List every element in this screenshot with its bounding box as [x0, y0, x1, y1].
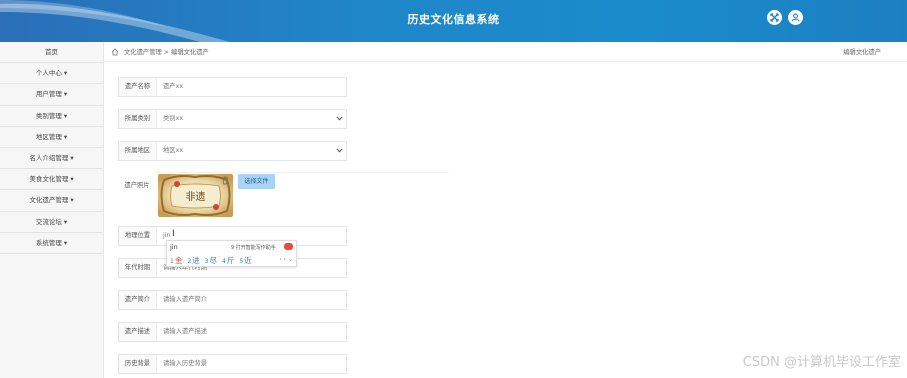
name-label: 遗产名称: [119, 78, 157, 96]
fullscreen-icon: [770, 13, 779, 22]
sidebar-item-system[interactable]: 系统管理 ▾: [0, 233, 103, 254]
sidebar-item-categories[interactable]: 类别管理 ▾: [0, 106, 103, 127]
desc-row: 遗产描述 请输入遗产描述: [118, 322, 347, 342]
breadcrumb: 文化遗产管理 > 编辑文化遗产 编辑文化遗产: [104, 42, 907, 62]
ime-logo-icon: [284, 243, 293, 250]
sidebar-item-celebrities[interactable]: 名人介绍管理 ▾: [0, 148, 103, 170]
watermark: CSDN @计算机毕设工作室: [742, 355, 901, 370]
breadcrumb-path[interactable]: 文化遗产管理 > 编辑文化遗产: [124, 47, 209, 56]
ime-candidate[interactable]: 3尽: [205, 255, 217, 266]
sidebar-item-users[interactable]: 用户管理 ▾: [0, 84, 103, 106]
text-cursor-icon: I: [172, 229, 175, 239]
intro-label: 遗产简介: [119, 291, 157, 309]
sidebar-item-forum[interactable]: 交流论坛 ▾: [0, 212, 103, 233]
ime-composition: jin: [170, 243, 178, 251]
sidebar: 首页 个人中心 ▾ 用户管理 ▾ 类别管理 ▾ 地区管理 ▾ 名人介绍管理 ▾ …: [0, 42, 104, 378]
chevron-down-icon[interactable]: [336, 147, 343, 154]
intro-input[interactable]: 请输入遗产简介: [163, 291, 207, 309]
page-title: 编辑文化遗产: [843, 49, 881, 56]
category-row: 所属类别 类别xx: [118, 109, 347, 129]
category-select[interactable]: 类别xx: [163, 110, 183, 128]
background-label: 历史背景: [119, 355, 157, 373]
ime-candidate[interactable]: 1金: [170, 255, 182, 266]
location-label: 地理位置: [119, 227, 157, 245]
era-label: 年代时期: [119, 259, 157, 277]
ime-candidate[interactable]: 2进: [187, 255, 199, 266]
trash-icon[interactable]: [221, 176, 229, 185]
sidebar-item-home[interactable]: 首页: [0, 42, 103, 64]
region-label: 所属地区: [119, 142, 157, 160]
chevron-down-icon[interactable]: [336, 115, 343, 122]
sidebar-item-regions[interactable]: 地区管理 ▾: [0, 127, 103, 148]
ime-candidate-popup: jin 9 打开智能写作助手 1金 2进 3尽 4斤 5近 ‹ › ⌄: [166, 240, 297, 267]
home-icon[interactable]: [111, 47, 119, 56]
choose-file-button[interactable]: 选择文件: [238, 174, 275, 189]
background-input[interactable]: 请输入历史背景: [163, 355, 207, 373]
desc-label: 遗产描述: [119, 323, 157, 341]
photo-label: 遗产照片: [124, 182, 150, 189]
category-label: 所属类别: [119, 110, 157, 128]
ime-page-nav[interactable]: ‹ › ⌄: [279, 256, 293, 263]
ime-candidate[interactable]: 5近: [239, 255, 251, 266]
name-input[interactable]: 遗产xx: [163, 78, 183, 96]
ime-candidate[interactable]: 4斤: [222, 255, 234, 266]
top-header: 历史文化信息系统: [0, 0, 907, 42]
intro-row: 遗产简介 请输入遗产简介: [118, 290, 347, 310]
sidebar-item-heritage[interactable]: 文化遗产管理 ▾: [0, 190, 103, 212]
user-icon: [791, 13, 800, 22]
desc-input[interactable]: 请输入遗产描述: [163, 323, 207, 341]
name-row: 遗产名称 遗产xx: [118, 77, 347, 97]
background-row: 历史背景 请输入历史背景: [118, 354, 347, 374]
sidebar-item-food-culture[interactable]: 美食文化管理 ▾: [0, 169, 103, 191]
user-button[interactable]: [788, 10, 803, 25]
thumbnail-text: 非遗: [186, 190, 206, 203]
region-row: 所属地区 地区xx: [118, 141, 347, 161]
fullscreen-button[interactable]: [767, 10, 782, 25]
region-select[interactable]: 地区xx: [163, 142, 183, 160]
sidebar-item-profile[interactable]: 个人中心 ▾: [0, 63, 103, 85]
ime-assistant-tip[interactable]: 9 打开智能写作助手: [231, 244, 276, 251]
